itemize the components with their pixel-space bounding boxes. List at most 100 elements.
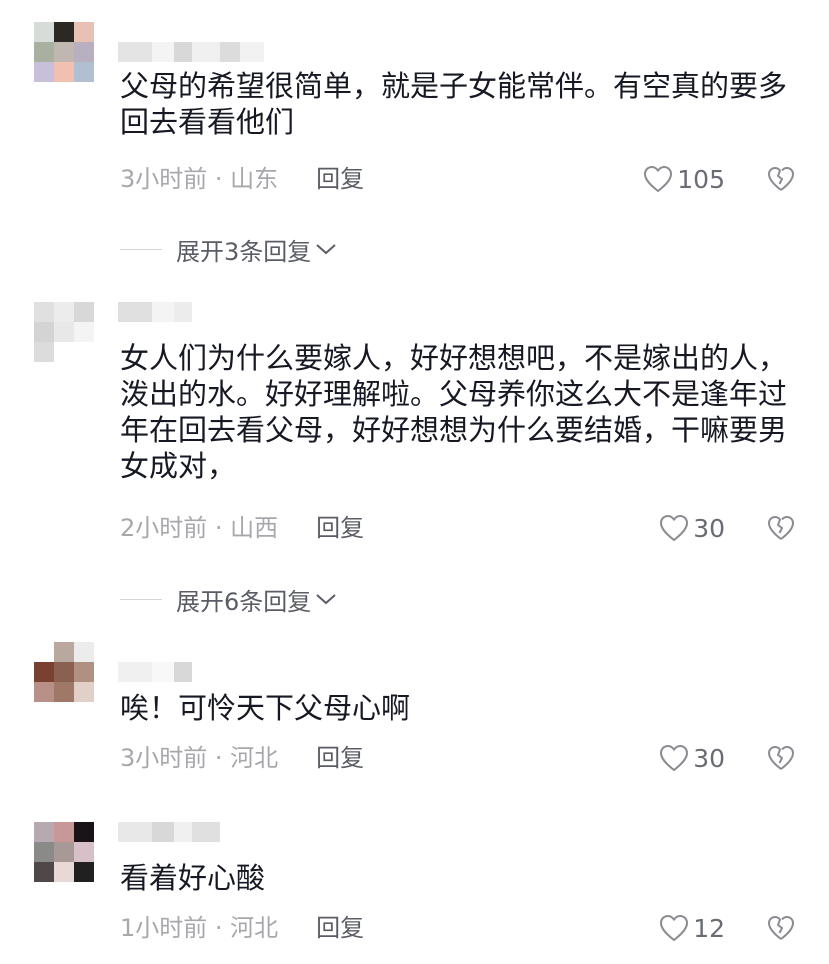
- avatar[interactable]: [34, 642, 94, 702]
- avatar-pixel: [54, 42, 74, 62]
- avatar-pixel: [54, 842, 74, 862]
- username-pixel: [118, 302, 152, 322]
- avatar-pixel: [74, 862, 94, 882]
- username-pixel: [152, 822, 174, 842]
- avatar-pixel: [34, 302, 54, 322]
- username-pixel: [174, 662, 192, 682]
- reply-button[interactable]: 回复: [316, 511, 364, 545]
- chevron-down-icon: [316, 594, 336, 605]
- username-pixel: [174, 822, 192, 842]
- avatar-pixel: [54, 822, 74, 842]
- comment-meta: 3小时前 · 河北 回复: [120, 741, 364, 775]
- like-count: 30: [693, 513, 725, 543]
- dislike-broken-heart-icon[interactable]: [767, 914, 795, 942]
- username-pixel: [192, 42, 220, 62]
- like-count: 105: [677, 164, 725, 194]
- avatar-pixel: [74, 342, 94, 362]
- expand-label: 展开3条回复: [176, 237, 312, 266]
- avatar-pixel: [54, 682, 74, 702]
- expand-label: 展开6条回复: [176, 587, 312, 616]
- avatar-pixel: [74, 22, 94, 42]
- avatar-pixel: [34, 642, 54, 662]
- username-blurred[interactable]: [118, 42, 264, 62]
- comment-text: 看着好心酸: [120, 861, 266, 895]
- comment-meta: 2小时前 · 山西 回复: [120, 511, 364, 545]
- like-button[interactable]: 30: [659, 741, 725, 775]
- expand-replies-button[interactable]: 展开3条回复: [120, 232, 337, 266]
- avatar-pixel: [34, 22, 54, 42]
- avatar-pixel: [34, 322, 54, 342]
- heart-icon: [644, 165, 673, 193]
- avatar-pixel: [54, 342, 74, 362]
- divider-line: [120, 598, 162, 600]
- time-location: 3小时前 · 河北: [120, 744, 279, 772]
- expand-replies-button[interactable]: 展开6条回复: [120, 582, 337, 616]
- dislike-broken-heart-icon[interactable]: [767, 165, 795, 193]
- like-button[interactable]: 12: [659, 911, 725, 945]
- heart-icon: [660, 514, 689, 542]
- heart-icon: [660, 744, 689, 772]
- avatar-pixel: [34, 662, 54, 682]
- comment-text: 女人们为什么要嫁人，好好想想吧，不是嫁出的人，泼出的水。好好理解啦。父母养你这么…: [120, 341, 788, 483]
- reply-button[interactable]: 回复: [316, 911, 364, 945]
- avatar-pixel: [54, 642, 74, 662]
- avatar-pixel: [74, 302, 94, 322]
- username-blurred[interactable]: [118, 662, 192, 682]
- like-button[interactable]: 30: [659, 511, 725, 545]
- avatar[interactable]: [34, 22, 94, 82]
- avatar-pixel: [74, 42, 94, 62]
- comment-meta: 3小时前 · 山东 回复: [120, 162, 364, 196]
- dislike-broken-heart-icon[interactable]: [767, 744, 795, 772]
- avatar-pixel: [74, 842, 94, 862]
- time-location: 3小时前 · 山东: [120, 165, 279, 193]
- avatar-pixel: [54, 62, 74, 82]
- divider-line: [120, 248, 162, 250]
- reply-button[interactable]: 回复: [316, 741, 364, 775]
- avatar-pixel: [74, 642, 94, 662]
- avatar-pixel: [54, 22, 74, 42]
- time-location: 2小时前 · 山西: [120, 514, 279, 542]
- username-pixel: [174, 302, 192, 322]
- avatar[interactable]: [34, 302, 94, 362]
- username-pixel: [118, 822, 152, 842]
- avatar-pixel: [74, 322, 94, 342]
- like-count: 30: [693, 743, 725, 773]
- avatar-pixel: [34, 62, 54, 82]
- username-pixel: [152, 662, 174, 682]
- comment-text: 父母的希望很简单，就是子女能常伴。有空真的要多回去看看他们: [120, 69, 788, 139]
- avatar-pixel: [74, 682, 94, 702]
- chevron-down-icon: [316, 244, 336, 255]
- reply-button[interactable]: 回复: [316, 162, 364, 196]
- avatar-pixel: [34, 682, 54, 702]
- time-location: 1小时前 · 河北: [120, 914, 279, 942]
- avatar-pixel: [54, 662, 74, 682]
- heart-icon: [660, 914, 689, 942]
- avatar-pixel: [74, 62, 94, 82]
- username-pixel: [152, 302, 174, 322]
- comment-meta: 1小时前 · 河北 回复: [120, 911, 364, 945]
- avatar-pixel: [34, 862, 54, 882]
- username-pixel: [118, 42, 152, 62]
- username-pixel: [152, 42, 174, 62]
- like-count: 12: [693, 913, 725, 943]
- avatar-pixel: [34, 842, 54, 862]
- username-pixel: [220, 42, 240, 62]
- like-button[interactable]: 105: [643, 162, 725, 196]
- username-pixel: [118, 662, 152, 682]
- username-blurred[interactable]: [118, 822, 220, 842]
- avatar-pixel: [34, 822, 54, 842]
- avatar-pixel: [74, 662, 94, 682]
- avatar-pixel: [74, 822, 94, 842]
- comment-text: 唉！可怜天下父母心啊: [120, 691, 411, 725]
- avatar-pixel: [34, 342, 54, 362]
- username-pixel: [174, 42, 192, 62]
- avatar-pixel: [54, 322, 74, 342]
- avatar[interactable]: [34, 822, 94, 882]
- username-blurred[interactable]: [118, 302, 192, 322]
- avatar-pixel: [54, 862, 74, 882]
- dislike-broken-heart-icon[interactable]: [767, 514, 795, 542]
- username-pixel: [192, 822, 220, 842]
- avatar-pixel: [34, 42, 54, 62]
- username-pixel: [240, 42, 264, 62]
- avatar-pixel: [54, 302, 74, 322]
